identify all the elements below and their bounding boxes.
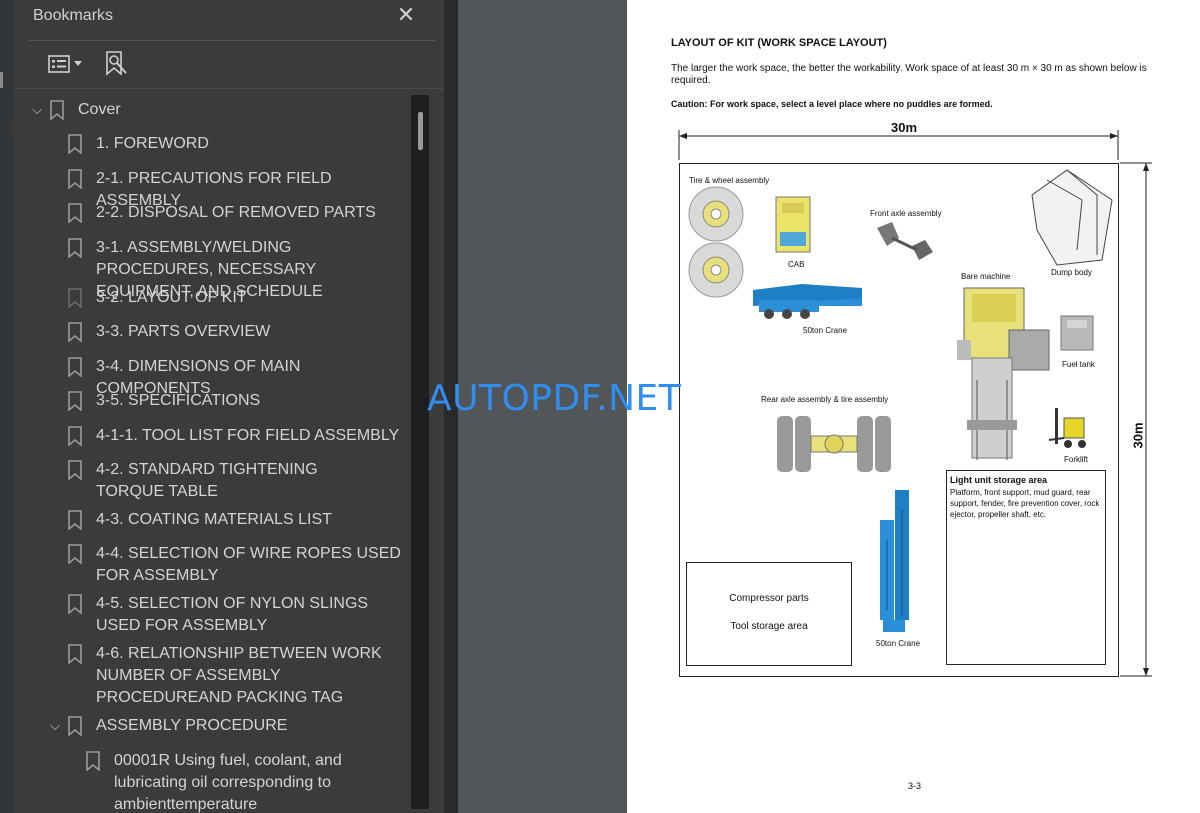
bookmark-icon [68, 716, 82, 736]
bookmark-item[interactable]: 4-4. SELECTION OF WIRE ROPES USED FOR AS… [68, 543, 408, 587]
divider [14, 88, 444, 89]
bookmark-item[interactable]: 4-6. RELATIONSHIP BETWEEN WORK NUMBER OF… [68, 643, 398, 709]
bookmark-item[interactable]: 3-5. SPECIFICATIONS [68, 390, 260, 412]
cab-illustration [775, 196, 811, 253]
label-rear-axle: Rear axle assembly & tire assembly [761, 395, 889, 404]
bookmark-label: 3-2. LAYOUT OF KIT [96, 289, 247, 306]
bookmark-icon [68, 357, 82, 377]
label-crane-vertical: 50ton Crane [876, 639, 921, 648]
bookmark-icon [68, 644, 82, 664]
bookmark-icon [68, 203, 82, 223]
bookmark-item[interactable]: 4-5. SELECTION OF NYLON SLINGS USED FOR … [68, 593, 398, 637]
chevron-down-icon[interactable]: ⌵ [28, 99, 46, 121]
panel-pointer [6, 118, 14, 138]
bookmark-label: 4-3. COATING MATERIALS LIST [96, 511, 332, 528]
label-dump-body: Dump body [1051, 268, 1092, 277]
layout-illustrations [688, 169, 1113, 654]
bookmark-icon [68, 238, 82, 258]
compressor-storage-box: Compressor parts Tool storage area [686, 562, 852, 666]
options-menu-button[interactable] [48, 50, 82, 78]
bookmark-item[interactable]: 1. FOREWORD [68, 133, 209, 155]
label-fuel-tank: Fuel tank [1062, 360, 1095, 369]
label-forklift: Forklift [1064, 455, 1088, 464]
bookmark-icon [50, 100, 64, 120]
watermark-text: AUTOPDF.NET [427, 378, 682, 419]
bookmark-icon [68, 594, 82, 614]
find-bookmark-button[interactable] [104, 50, 128, 78]
light-unit-text: Platform, front support, mud guard, rear… [950, 488, 1100, 519]
bookmark-icon [68, 510, 82, 530]
fuel-tank-illustration [1060, 315, 1094, 351]
crane-vertical-illustration [880, 490, 909, 632]
bookmark-label: 4-6. RELATIONSHIP BETWEEN WORK NUMBER OF… [96, 645, 382, 706]
left-tool-strip [0, 0, 14, 813]
divider [28, 40, 435, 41]
panel-title: Bookmarks [33, 7, 114, 24]
bookmark-item[interactable]: 00001R Using fuel, coolant, and lubricat… [86, 750, 346, 813]
tire-illustration [688, 186, 744, 298]
bookmark-label: 4-5. SELECTION OF NYLON SLINGS USED FOR … [96, 595, 369, 634]
bookmarks-panel: Bookmarks ✕ ⌵ Cover 1. FOREWORD 2-1. PRE… [14, 0, 444, 813]
bookmark-item[interactable]: 4-1-1. TOOL LIST FOR FIELD ASSEMBLY [68, 425, 399, 447]
bookmark-icon [68, 169, 82, 189]
bookmark-icon [68, 288, 82, 308]
scrollbar-thumb[interactable] [418, 112, 423, 150]
bare-machine-illustration [957, 287, 1050, 460]
label-cab: CAB [788, 260, 805, 269]
bookmark-label: 4-4. SELECTION OF WIRE ROPES USED FOR AS… [96, 545, 401, 584]
rear-axle-illustration [777, 416, 891, 472]
bookmark-label: 3-5. SPECIFICATIONS [96, 392, 261, 409]
bookmark-label: Cover [78, 101, 121, 118]
strip-marker [0, 72, 3, 88]
bookmark-item-cover[interactable]: ⌵ Cover [28, 99, 121, 121]
bookmark-find-icon [104, 51, 128, 77]
bookmark-icon [68, 322, 82, 342]
label-crane-horizontal: 50ton Crane [803, 326, 848, 335]
label-bare-machine: Bare machine [961, 272, 1011, 281]
bookmark-label: 1. FOREWORD [96, 135, 209, 152]
light-unit-title: Light unit storage area [950, 475, 1048, 485]
bookmark-icon [68, 134, 82, 154]
bookmarks-scrollbar[interactable] [411, 95, 429, 809]
compressor-parts-label: Compressor parts [729, 593, 809, 604]
bookmark-item-selected[interactable]: 3-2. LAYOUT OF KIT [68, 287, 247, 309]
bookmark-item[interactable]: 2-2. DISPOSAL OF REMOVED PARTS [68, 202, 376, 224]
forklift-illustration [1048, 408, 1086, 448]
bookmark-icon [68, 544, 82, 564]
crane-horizontal-illustration [753, 284, 862, 319]
bookmark-label: 4-1-1. TOOL LIST FOR FIELD ASSEMBLY [96, 427, 400, 444]
light-unit-storage-box: Light unit storage area Platform, front … [946, 470, 1106, 665]
bookmark-tree: ⌵ Cover 1. FOREWORD 2-1. PRECAUTIONS FOR… [14, 93, 412, 813]
bookmark-label: 2-2. DISPOSAL OF REMOVED PARTS [96, 204, 376, 221]
label-front-axle: Front axle assembly [870, 209, 942, 218]
bookmark-icon [68, 391, 82, 411]
bookmark-item[interactable]: 4-3. COATING MATERIALS LIST [68, 509, 332, 531]
bookmark-item[interactable]: 4-2. STANDARD TIGHTENING TORQUE TABLE [68, 459, 368, 503]
bookmarks-toolbar [28, 44, 435, 84]
tool-storage-label: Tool storage area [730, 621, 808, 632]
bookmark-label: 4-2. STANDARD TIGHTENING TORQUE TABLE [96, 461, 318, 500]
bookmark-label: ASSEMBLY PROCEDURE [96, 717, 288, 734]
label-tire-wheel: Tire & wheel assembly [689, 176, 770, 185]
list-options-icon [48, 55, 70, 73]
document-page: LAYOUT OF KIT (WORK SPACE LAYOUT) The la… [627, 0, 1200, 813]
bookmark-label: 00001R Using fuel, coolant, and lubricat… [114, 752, 342, 813]
bookmark-item[interactable]: 3-3. PARTS OVERVIEW [68, 321, 270, 343]
chevron-down-icon [74, 61, 82, 67]
bookmark-icon [86, 751, 100, 771]
bookmark-icon [68, 460, 82, 480]
dump-body-illustration [1031, 169, 1113, 266]
chevron-down-icon[interactable]: ⌵ [46, 715, 64, 737]
bookmark-item-assembly-procedure[interactable]: ⌵ ASSEMBLY PROCEDURE [46, 715, 287, 737]
bookmark-label: 3-3. PARTS OVERVIEW [96, 323, 271, 340]
page-number: 3-3 [908, 781, 922, 791]
bookmark-icon [68, 426, 82, 446]
front-axle-illustration [877, 222, 933, 260]
close-panel-button[interactable]: ✕ [394, 2, 418, 28]
